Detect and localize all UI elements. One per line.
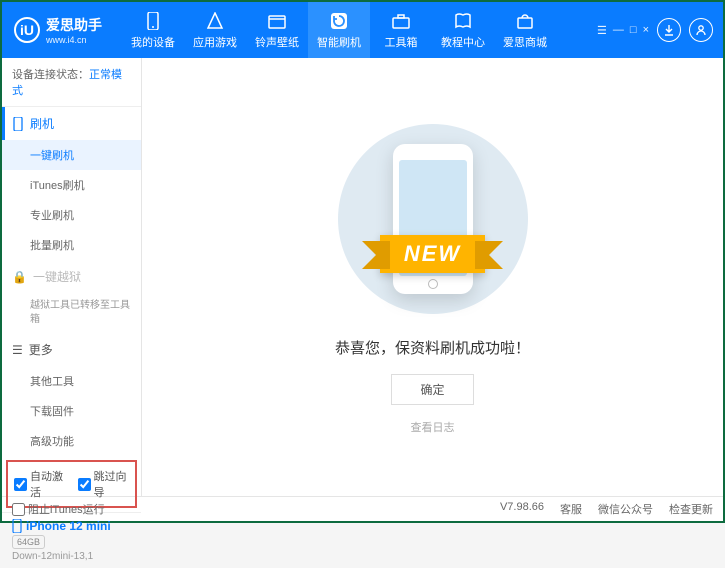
nav-label: 铃声壁纸 bbox=[255, 34, 299, 50]
nav-label: 智能刷机 bbox=[317, 34, 361, 50]
sidebar: 设备连接状态：正常模式 刷机 一键刷机 iTunes刷机 专业刷机 批量刷机 🔒… bbox=[2, 58, 142, 496]
new-ribbon: NEW bbox=[380, 235, 485, 273]
apps-icon bbox=[205, 11, 225, 31]
nav-my-device[interactable]: 我的设备 bbox=[122, 2, 184, 58]
lock-icon: 🔒 bbox=[12, 270, 27, 284]
nav-label: 教程中心 bbox=[441, 34, 485, 50]
view-log-link[interactable]: 查看日志 bbox=[411, 419, 455, 435]
folder-icon bbox=[267, 11, 287, 31]
device-status: 设备连接状态：正常模式 bbox=[2, 58, 141, 107]
sidebar-group-jailbreak: 🔒一键越狱 bbox=[2, 260, 141, 293]
store-icon bbox=[515, 11, 535, 31]
brand-title: 爱思助手 bbox=[46, 15, 102, 35]
nav-smart-flash[interactable]: 智能刷机 bbox=[308, 2, 370, 58]
top-nav: 我的设备 应用游戏 铃声壁纸 智能刷机 工具箱 教程中心 爱思商城 bbox=[122, 2, 556, 58]
nav-label: 爱思商城 bbox=[503, 34, 547, 50]
sidebar-item-itunes-flash[interactable]: iTunes刷机 bbox=[2, 170, 141, 200]
nav-tutorials[interactable]: 教程中心 bbox=[432, 2, 494, 58]
sidebar-item-oneclick-flash[interactable]: 一键刷机 bbox=[2, 140, 141, 170]
user-icon[interactable] bbox=[689, 18, 713, 42]
nav-apps[interactable]: 应用游戏 bbox=[184, 2, 246, 58]
menu-icon: ☰ bbox=[12, 343, 23, 357]
check-update-link[interactable]: 检查更新 bbox=[669, 501, 713, 517]
ok-button[interactable]: 确定 bbox=[391, 374, 473, 405]
block-itunes-checkbox[interactable]: 阻止iTunes运行 bbox=[12, 501, 105, 517]
phone-icon bbox=[143, 11, 163, 31]
phone-icon bbox=[12, 117, 24, 131]
nav-label: 应用游戏 bbox=[193, 34, 237, 50]
menu-button[interactable]: ☰ bbox=[597, 24, 607, 37]
nav-toolbox[interactable]: 工具箱 bbox=[370, 2, 432, 58]
sidebar-group-flash[interactable]: 刷机 bbox=[2, 107, 141, 140]
nav-store[interactable]: 爱思商城 bbox=[494, 2, 556, 58]
download-icon[interactable] bbox=[657, 18, 681, 42]
storage-badge: 64GB bbox=[12, 535, 45, 549]
nav-ringtones[interactable]: 铃声壁纸 bbox=[246, 2, 308, 58]
nav-label: 我的设备 bbox=[131, 34, 175, 50]
wechat-link[interactable]: 微信公众号 bbox=[598, 501, 653, 517]
nav-label: 工具箱 bbox=[385, 34, 418, 50]
jailbreak-note: 越狱工具已转移至工具箱 bbox=[2, 293, 141, 333]
toolbox-icon bbox=[391, 11, 411, 31]
close-button[interactable]: × bbox=[643, 24, 649, 37]
sidebar-item-batch-flash[interactable]: 批量刷机 bbox=[2, 230, 141, 260]
support-link[interactable]: 客服 bbox=[560, 501, 582, 517]
sidebar-item-download-fw[interactable]: 下载固件 bbox=[2, 396, 141, 426]
success-illustration: NEW bbox=[333, 119, 533, 319]
device-name: iPhone 12 mini bbox=[12, 519, 131, 533]
window-controls: ☰ — □ × bbox=[597, 24, 649, 37]
maximize-button[interactable]: □ bbox=[630, 24, 637, 37]
sidebar-item-advanced[interactable]: 高级功能 bbox=[2, 426, 141, 456]
version-label: V7.98.66 bbox=[500, 501, 544, 517]
minimize-button[interactable]: — bbox=[613, 24, 624, 37]
checkbox-skip-guide[interactable]: 跳过向导 bbox=[78, 468, 130, 500]
sidebar-item-pro-flash[interactable]: 专业刷机 bbox=[2, 200, 141, 230]
brand-logo: iU 爱思助手 www.i4.cn bbox=[2, 15, 114, 45]
sidebar-group-more[interactable]: ☰更多 bbox=[2, 333, 141, 366]
sidebar-item-other-tools[interactable]: 其他工具 bbox=[2, 366, 141, 396]
device-panel[interactable]: iPhone 12 mini 64GB Down-12mini-13,1 bbox=[2, 512, 141, 568]
checkbox-auto-activate[interactable]: 自动激活 bbox=[14, 468, 66, 500]
refresh-icon bbox=[329, 11, 349, 31]
success-message: 恭喜您，保资料刷机成功啦！ bbox=[335, 337, 530, 358]
device-firmware: Down-12mini-13,1 bbox=[12, 551, 131, 562]
logo-icon: iU bbox=[14, 17, 40, 43]
book-icon bbox=[453, 11, 473, 31]
main-content: NEW 恭喜您，保资料刷机成功啦！ 确定 查看日志 bbox=[142, 58, 723, 496]
titlebar: iU 爱思助手 www.i4.cn 我的设备 应用游戏 铃声壁纸 智能刷机 工具… bbox=[2, 2, 723, 58]
phone-icon bbox=[12, 519, 22, 533]
brand-url: www.i4.cn bbox=[46, 35, 102, 45]
